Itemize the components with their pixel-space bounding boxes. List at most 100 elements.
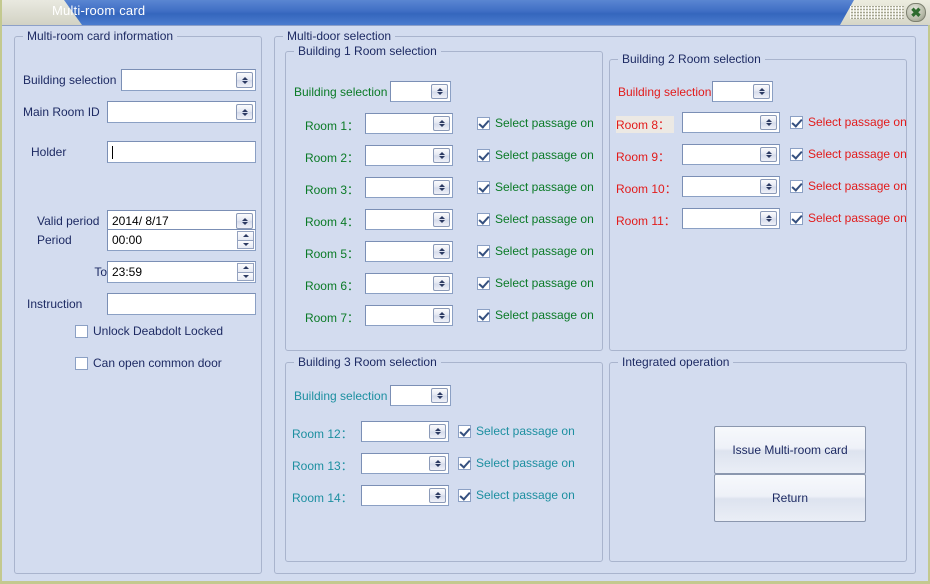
window-title: Multi-room card bbox=[52, 3, 146, 18]
room-13-combo[interactable] bbox=[361, 453, 449, 474]
holder-input[interactable] bbox=[107, 141, 256, 163]
checkbox-box[interactable] bbox=[458, 456, 471, 470]
card-building-selection-combo[interactable] bbox=[121, 69, 256, 91]
checkbox-room-7-passage-label: Select passage on bbox=[495, 308, 594, 322]
spinner-icon[interactable] bbox=[433, 308, 450, 323]
checkbox-room-13-passage[interactable]: Select passage on bbox=[458, 456, 575, 470]
instruction-input[interactable] bbox=[107, 293, 256, 315]
checkbox-unlock-deadbolt[interactable]: Unlock Deabdolt Locked bbox=[75, 324, 255, 338]
b3-building-selection-combo[interactable] bbox=[390, 385, 451, 406]
spinner-icon[interactable] bbox=[429, 424, 446, 439]
checkbox-room-5-passage[interactable]: Select passage on bbox=[477, 244, 594, 258]
room-9-combo[interactable] bbox=[682, 144, 780, 165]
checkbox-box[interactable] bbox=[477, 116, 490, 130]
spinner-icon[interactable] bbox=[429, 456, 446, 471]
app-window: Multi-room card ✖ Multi-room card inform… bbox=[0, 0, 930, 584]
room-11-combo[interactable] bbox=[682, 208, 780, 229]
valid-period-value: 2014/ 8/17 bbox=[112, 214, 169, 228]
spinner-icon[interactable] bbox=[760, 211, 777, 226]
room-5-combo[interactable] bbox=[365, 241, 453, 262]
checkbox-box[interactable] bbox=[790, 179, 803, 193]
checkbox-room-14-passage[interactable]: Select passage on bbox=[458, 488, 575, 502]
room-10-combo[interactable] bbox=[682, 176, 780, 197]
spinner-icon[interactable] bbox=[433, 244, 450, 259]
title-bar: Multi-room card ✖ bbox=[2, 0, 930, 25]
checkbox-common-door-label: Can open common door bbox=[93, 356, 222, 370]
label-room-6: Room 6： bbox=[304, 279, 359, 293]
spinner-icon[interactable] bbox=[433, 180, 450, 195]
checkbox-box[interactable] bbox=[477, 212, 490, 226]
room-8-combo[interactable] bbox=[682, 112, 780, 133]
room-14-combo[interactable] bbox=[361, 485, 449, 506]
checkbox-box[interactable] bbox=[790, 147, 803, 161]
checkbox-room-11-passage[interactable]: Select passage on bbox=[790, 211, 907, 225]
room-3-combo[interactable] bbox=[365, 177, 453, 198]
checkbox-room-12-passage-label: Select passage on bbox=[476, 424, 575, 438]
checkbox-room-8-passage[interactable]: Select passage on bbox=[790, 115, 907, 129]
checkbox-box[interactable] bbox=[477, 244, 490, 258]
checkbox-room-4-passage-label: Select passage on bbox=[495, 212, 594, 226]
checkbox-room-10-passage[interactable]: Select passage on bbox=[790, 179, 907, 193]
checkbox-room-7-passage[interactable]: Select passage on bbox=[477, 308, 594, 322]
spin-down-icon[interactable] bbox=[237, 272, 254, 281]
room-6-combo[interactable] bbox=[365, 273, 453, 294]
checkbox-common-door[interactable]: Can open common door bbox=[75, 356, 255, 370]
room-1-combo[interactable] bbox=[365, 113, 453, 134]
checkbox-box[interactable] bbox=[458, 424, 471, 438]
checkbox-room-4-passage[interactable]: Select passage on bbox=[477, 212, 594, 226]
checkbox-room-6-passage[interactable]: Select passage on bbox=[477, 276, 594, 290]
checkbox-box[interactable] bbox=[458, 488, 471, 502]
spin-down-icon[interactable] bbox=[237, 240, 254, 249]
spinner-icon[interactable] bbox=[433, 276, 450, 291]
checkbox-room-9-passage[interactable]: Select passage on bbox=[790, 147, 907, 161]
return-button[interactable]: Return bbox=[714, 474, 866, 522]
spinner-icon[interactable] bbox=[236, 72, 253, 88]
spin-up-icon[interactable] bbox=[237, 231, 254, 241]
b2-building-selection-combo[interactable] bbox=[712, 81, 773, 102]
label-to: To bbox=[94, 265, 107, 279]
spinner-icon[interactable] bbox=[236, 213, 253, 229]
checkbox-box[interactable] bbox=[75, 324, 88, 338]
period-from-spinner[interactable]: 00:00 bbox=[107, 229, 256, 251]
close-icon[interactable]: ✖ bbox=[906, 3, 926, 22]
checkbox-room-3-passage[interactable]: Select passage on bbox=[477, 180, 594, 194]
spinner-icon[interactable] bbox=[431, 84, 448, 99]
spinner-icon[interactable] bbox=[433, 116, 450, 131]
room-2-combo[interactable] bbox=[365, 145, 453, 166]
text-caret bbox=[112, 145, 113, 159]
b1-building-selection-combo[interactable] bbox=[390, 81, 451, 102]
checkbox-room-12-passage[interactable]: Select passage on bbox=[458, 424, 575, 438]
issue-multi-room-card-button[interactable]: Issue Multi-room card bbox=[714, 426, 866, 474]
label-room-12: Room 12： bbox=[292, 427, 353, 441]
period-to-spin-buttons[interactable] bbox=[237, 263, 254, 281]
spinner-icon[interactable] bbox=[429, 488, 446, 503]
checkbox-box[interactable] bbox=[790, 115, 803, 129]
checkbox-room-1-passage[interactable]: Select passage on bbox=[477, 116, 594, 130]
checkbox-box[interactable] bbox=[790, 211, 803, 225]
spinner-icon[interactable] bbox=[433, 148, 450, 163]
period-to-value: 23:59 bbox=[112, 265, 143, 279]
checkbox-box[interactable] bbox=[477, 308, 490, 322]
label-valid-period: Valid period bbox=[37, 214, 100, 228]
checkbox-box[interactable] bbox=[75, 356, 88, 370]
spinner-icon[interactable] bbox=[753, 84, 770, 99]
spinner-icon[interactable] bbox=[760, 147, 777, 162]
spinner-icon[interactable] bbox=[431, 388, 448, 403]
spinner-icon[interactable] bbox=[760, 115, 777, 130]
spinner-icon[interactable] bbox=[433, 212, 450, 227]
client-area: Multi-room card information Building sel… bbox=[2, 25, 928, 581]
spinner-icon[interactable] bbox=[236, 104, 253, 120]
checkbox-box[interactable] bbox=[477, 180, 490, 194]
room-7-combo[interactable] bbox=[365, 305, 453, 326]
spinner-icon[interactable] bbox=[760, 179, 777, 194]
room-12-combo[interactable] bbox=[361, 421, 449, 442]
period-from-spin-buttons[interactable] bbox=[237, 231, 254, 249]
label-room-13: Room 13： bbox=[292, 459, 353, 473]
period-to-spinner[interactable]: 23:59 bbox=[107, 261, 256, 283]
room-4-combo[interactable] bbox=[365, 209, 453, 230]
checkbox-box[interactable] bbox=[477, 148, 490, 162]
checkbox-box[interactable] bbox=[477, 276, 490, 290]
checkbox-room-2-passage[interactable]: Select passage on bbox=[477, 148, 594, 162]
main-room-id-combo[interactable] bbox=[107, 101, 256, 123]
spin-up-icon[interactable] bbox=[237, 263, 254, 273]
